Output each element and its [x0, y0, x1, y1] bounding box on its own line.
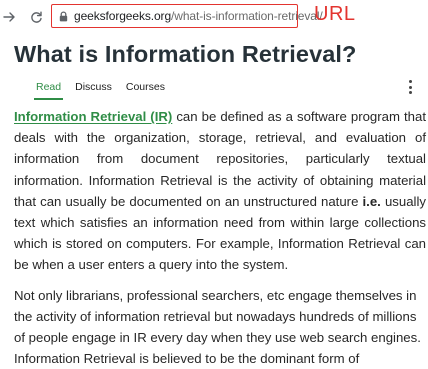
browser-toolbar: geeksforgeeks.org/what-is-information-re… — [0, 0, 428, 38]
tab-read[interactable]: Read — [33, 80, 64, 102]
tab-discuss[interactable]: Discuss — [75, 80, 112, 102]
reload-icon[interactable] — [29, 10, 43, 24]
lock-icon[interactable] — [59, 10, 68, 22]
article-tabs: Read Discuss Courses — [33, 80, 165, 102]
paragraph-2: Not only librarians, professional search… — [14, 287, 421, 367]
more-vertical-icon[interactable] — [405, 79, 415, 95]
information-retrieval-link[interactable]: Information Retrieval (IR) — [14, 109, 172, 124]
article-body: Information Retrieval (IR) can be define… — [14, 106, 426, 369]
url-text[interactable]: geeksforgeeks.org/what-is-information-re… — [74, 9, 323, 23]
url-domain: geeksforgeeks.org — [74, 9, 172, 23]
arrow-right-icon[interactable] — [2, 10, 16, 24]
address-bar[interactable]: geeksforgeeks.org/what-is-information-re… — [51, 4, 323, 28]
paragraph-1: Information Retrieval (IR) can be define… — [14, 106, 426, 276]
url-annotation-label: URL — [314, 3, 356, 25]
page-title: What is Information Retrieval? — [14, 41, 357, 67]
url-path: /what-is-information-retrieval/ — [171, 9, 323, 23]
ie-bold-text: i.e. — [362, 193, 381, 209]
tab-courses[interactable]: Courses — [126, 80, 165, 102]
